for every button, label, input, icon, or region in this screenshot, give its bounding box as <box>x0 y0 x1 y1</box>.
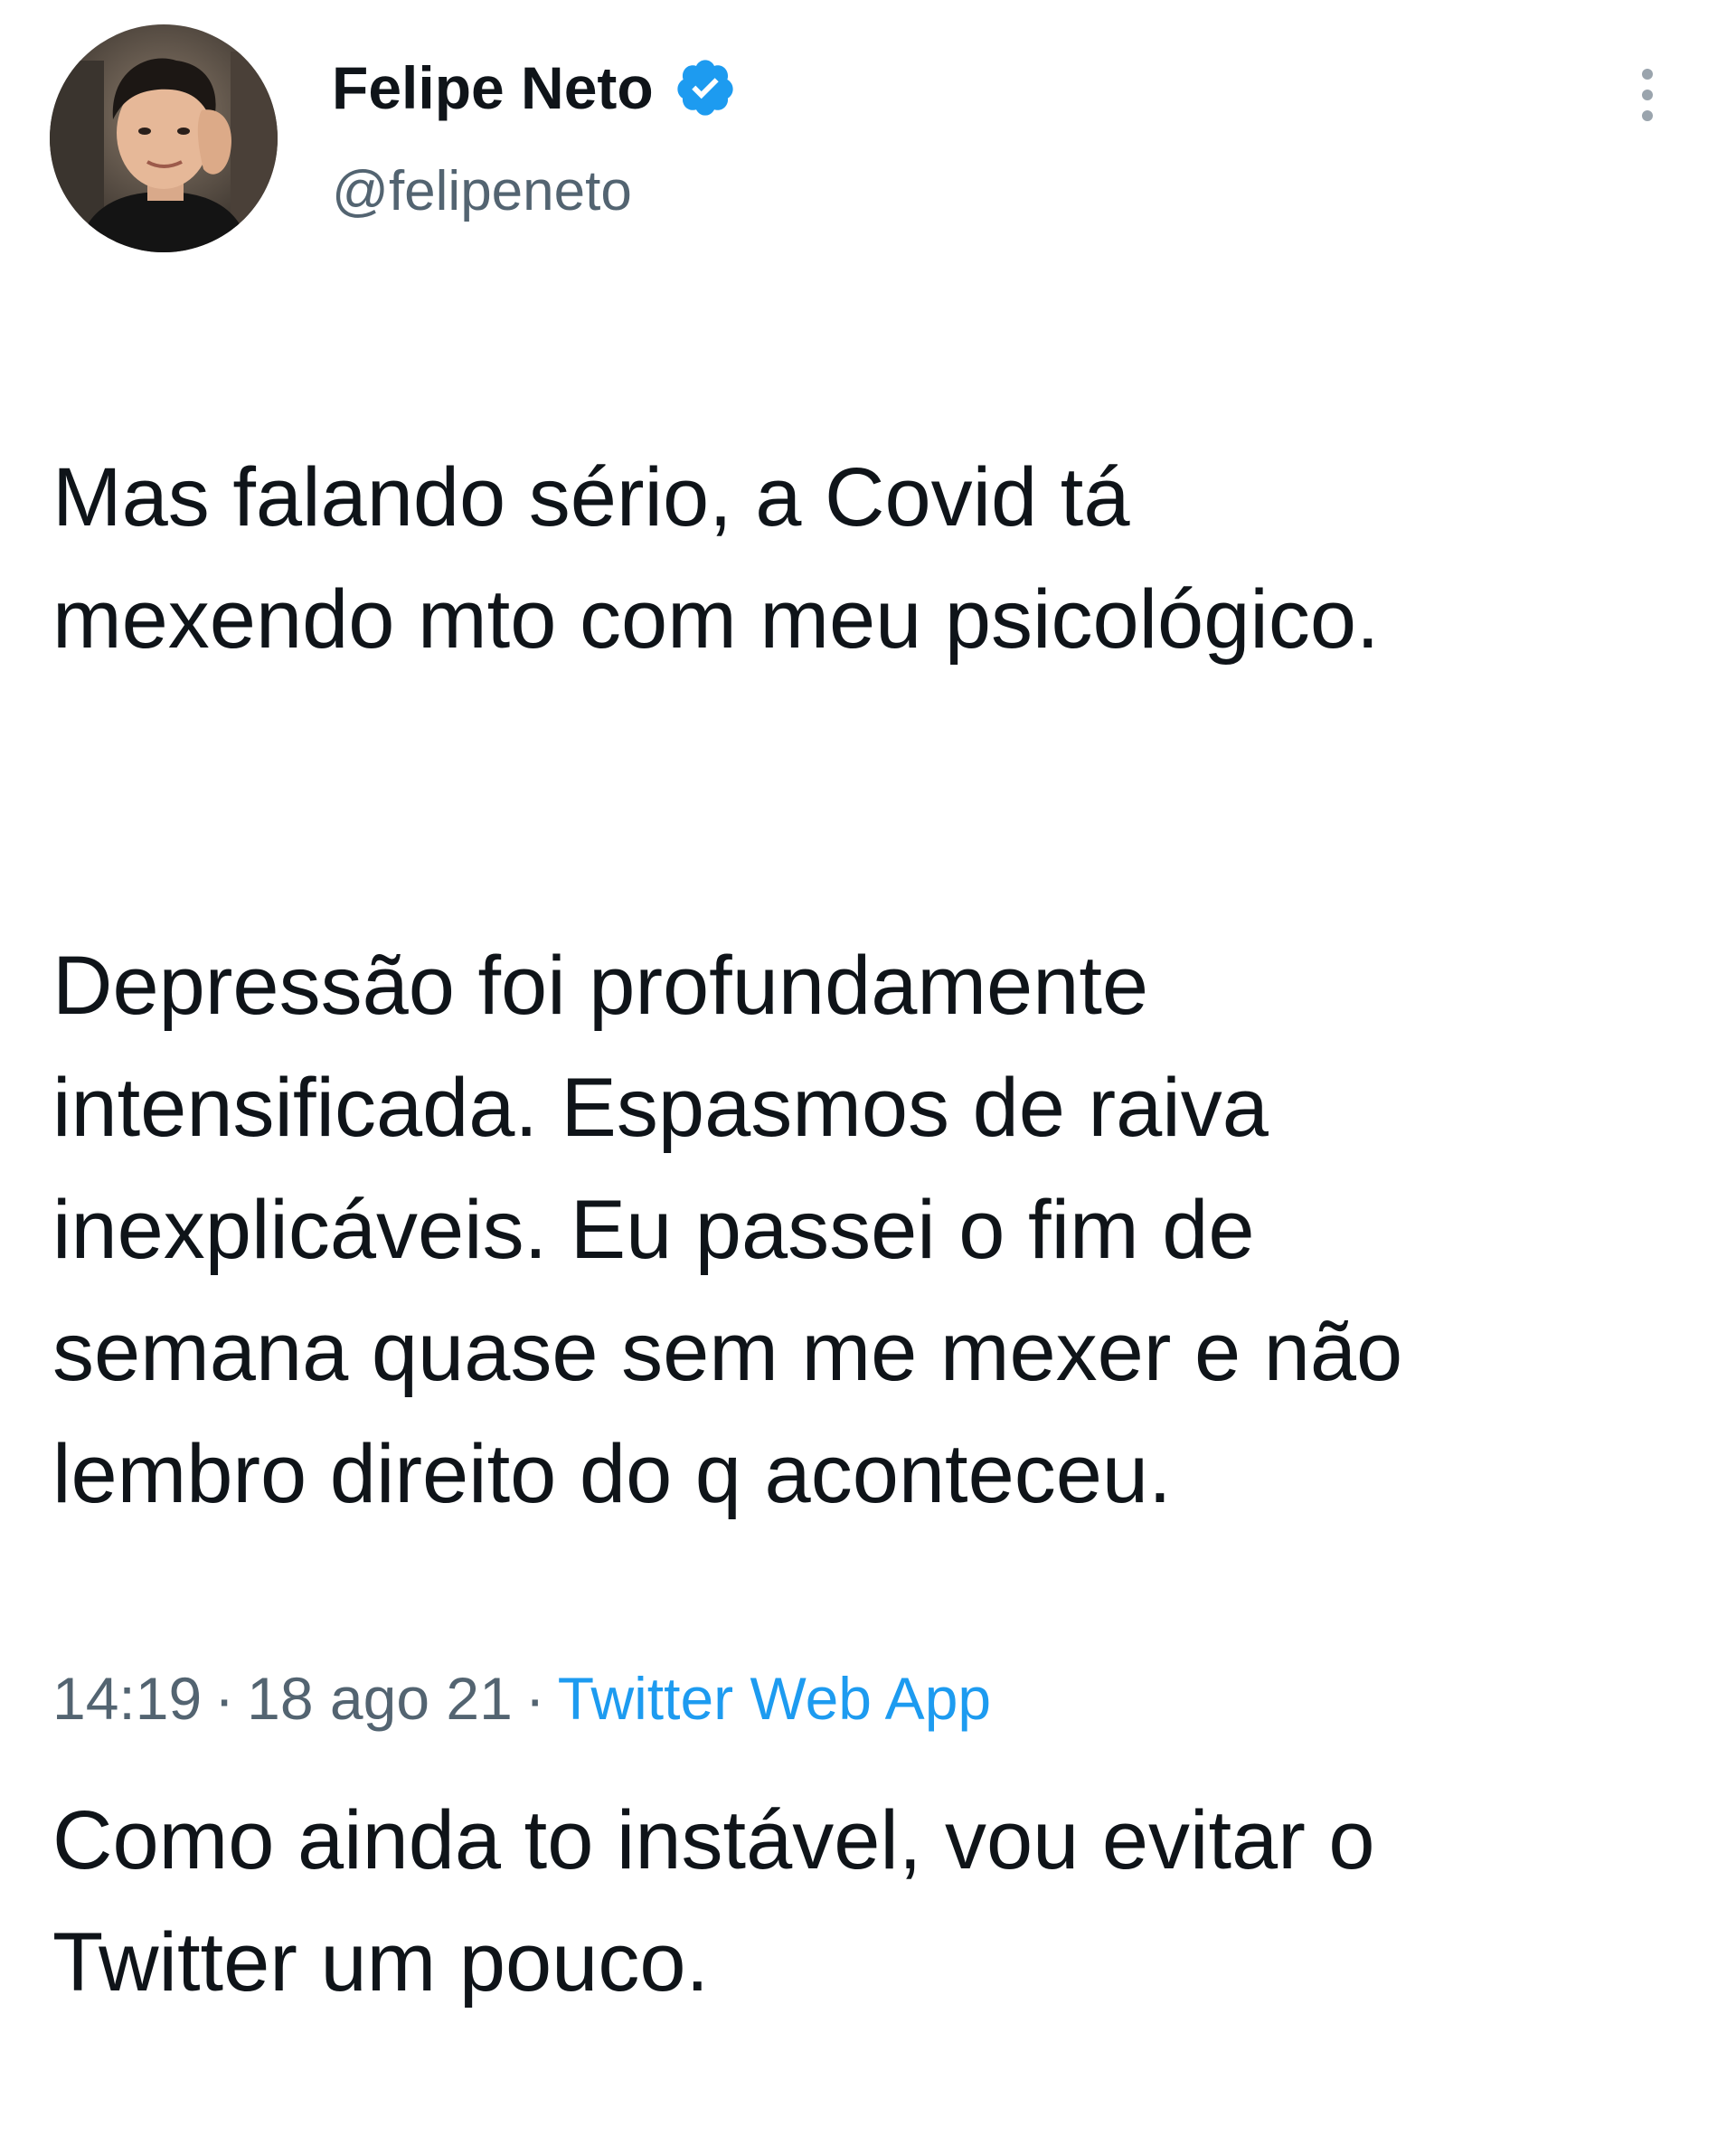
tweet-paragraph: Depressão foi profundamente intensificad… <box>52 940 1403 1520</box>
author-handle[interactable]: @felipeneto <box>332 159 632 223</box>
tweet-meta: 14:19 · 18 ago 21 · Twitter Web App <box>52 1664 991 1733</box>
tweet-paragraph: Mas falando sério, a Covid tá mexendo mt… <box>52 451 1380 666</box>
tweet-time[interactable]: 14:19 <box>52 1665 202 1732</box>
avatar-image <box>50 24 278 252</box>
author-display-name[interactable]: Felipe Neto <box>332 53 654 122</box>
meta-separator: · <box>214 1665 235 1732</box>
avatar[interactable] <box>50 24 278 252</box>
more-vertical-icon[interactable] <box>1628 65 1667 125</box>
tweet: Felipe Neto @felipeneto Mas falando séri… <box>0 0 1736 2009</box>
tweet-source-link[interactable]: Twitter Web App <box>558 1665 991 1732</box>
verified-badge-icon <box>674 56 737 119</box>
tweet-text: Mas falando sério, a Covid tá mexendo mt… <box>52 315 1698 2146</box>
author-name-row: Felipe Neto <box>332 47 737 128</box>
tweet-date[interactable]: 18 ago 21 <box>247 1665 513 1732</box>
tweet-paragraph: Como ainda to instável, vou evitar o Twi… <box>52 1794 1375 2009</box>
meta-separator: · <box>524 1665 545 1732</box>
